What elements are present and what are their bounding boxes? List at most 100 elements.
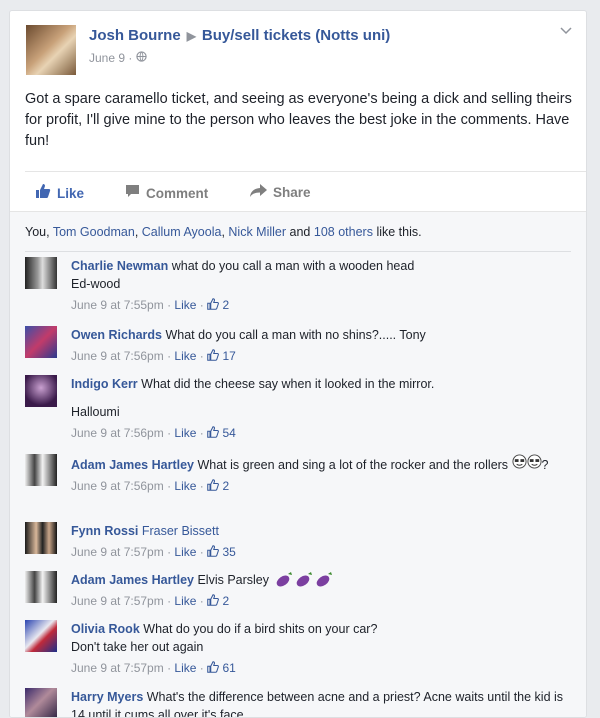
comment-time[interactable]: June 9 at 7:56pm <box>71 349 164 363</box>
comment-text: What do you call a man with no shins?...… <box>165 328 426 342</box>
comment-time[interactable]: June 9 at 7:57pm <box>71 594 164 608</box>
meta-dot: · <box>199 298 204 312</box>
commenter-avatar[interactable] <box>25 522 57 554</box>
commenter-avatar[interactable] <box>25 571 57 603</box>
comment-label: Comment <box>146 186 209 201</box>
liker-name[interactable]: Nick Miller <box>228 225 286 239</box>
divider <box>25 251 571 252</box>
comment-like-button[interactable]: Like <box>174 426 196 440</box>
eggplant-icon <box>275 571 293 587</box>
comment-text: Elvis Parsley <box>197 573 270 587</box>
author-avatar[interactable] <box>26 25 76 75</box>
meta-dot: · <box>167 594 172 608</box>
thumbs-up-icon <box>207 297 220 310</box>
comment-text: What is green and sing a lot of the rock… <box>197 458 509 472</box>
post-date[interactable]: June 9 <box>89 51 125 65</box>
comment-text-line2: Ed-wood <box>71 277 121 291</box>
liker-name[interactable]: Callum Ayoola <box>142 225 222 239</box>
commenter-name[interactable]: Olivia Rook <box>71 622 140 636</box>
comment-body: Adam James Hartley What is green and sin… <box>71 454 571 495</box>
right-arrow-icon: ▶ <box>186 29 196 43</box>
comment-meta: June 9 at 7:57pm · Like · 61 <box>71 659 571 677</box>
comment-like-count[interactable]: 61 <box>222 661 235 675</box>
like-button[interactable]: Like <box>35 184 84 201</box>
commenter-name[interactable]: Owen Richards <box>71 328 162 342</box>
sunglasses-emoji-icon <box>512 454 527 472</box>
comment-icon <box>125 184 140 201</box>
likes-others-link[interactable]: 108 others <box>314 225 373 239</box>
meta-dot: · <box>199 594 204 608</box>
commenter-name[interactable]: Harry Myers <box>71 690 143 704</box>
thumbs-up-icon <box>207 660 220 673</box>
commenter-avatar[interactable] <box>25 454 57 486</box>
comment-time[interactable]: June 9 at 7:55pm <box>71 298 164 312</box>
eggplant-icon <box>295 571 313 587</box>
comment-like-count[interactable]: 54 <box>222 426 235 440</box>
thumbs-up-icon <box>207 593 220 606</box>
comments-list: Charlie Newman what do you call a man wi… <box>10 251 586 717</box>
eggplant-icon <box>315 571 333 587</box>
meta-dot: · <box>167 426 172 440</box>
comment-meta: June 9 at 7:56pm · Like · 2 <box>71 477 571 495</box>
comment-like-button[interactable]: Like <box>174 349 196 363</box>
comment-meta: June 9 at 7:56pm · Like · 17 <box>71 347 571 365</box>
commenter-avatar[interactable] <box>25 688 57 717</box>
meta-dot: · <box>167 349 172 363</box>
comment-like-button[interactable]: Like <box>174 545 196 559</box>
tagged-friend-link[interactable]: Fraser Bissett <box>142 524 219 538</box>
share-button[interactable]: Share <box>250 184 311 200</box>
likes-you: You, <box>25 225 50 239</box>
commenter-name[interactable]: Charlie Newman <box>71 259 168 273</box>
comment-time[interactable]: June 9 at 7:57pm <box>71 545 164 559</box>
commenter-avatar[interactable] <box>25 326 57 358</box>
chevron-down-icon[interactable] <box>560 23 572 38</box>
comment-body: Owen Richards What do you call a man wit… <box>71 326 571 365</box>
comment-time[interactable]: June 9 at 7:56pm <box>71 479 164 493</box>
share-icon <box>250 184 267 200</box>
liker-name[interactable]: Tom Goodman <box>53 225 135 239</box>
likes-summary: You, Tom Goodman, Callum Ayoola, Nick Mi… <box>10 211 586 252</box>
comment-text-line2: Halloumi <box>71 405 120 419</box>
comment-body: Charlie Newman what do you call a man wi… <box>71 257 571 314</box>
comment-meta: June 9 at 7:57pm · Like · 2 <box>71 592 571 610</box>
post-text: Got a spare caramello ticket, and seeing… <box>25 91 572 149</box>
comment-time[interactable]: June 9 at 7:56pm <box>71 426 164 440</box>
commenter-name[interactable]: Indigo Kerr <box>71 377 138 391</box>
like-label: Like <box>57 186 85 201</box>
meta-dot: · <box>128 51 133 65</box>
commenter-avatar[interactable] <box>25 257 57 289</box>
thumbs-up-icon <box>207 425 220 438</box>
comment-like-count[interactable]: 2 <box>222 594 229 608</box>
comment-body: Harry Myers What's the difference betwee… <box>71 688 571 718</box>
commenter-name[interactable]: Fynn Rossi <box>71 524 138 538</box>
likes-suffix: like this. <box>376 225 422 239</box>
likes-text: You, Tom Goodman, Callum Ayoola, Nick Mi… <box>25 225 422 239</box>
comment-body: Adam James Hartley Elvis Parsley June 9 … <box>71 571 571 610</box>
meta-dot: · <box>199 426 204 440</box>
post-header: Josh Bourne ▶ Buy/sell tickets (Notts uni)… <box>10 11 586 75</box>
comment-like-count[interactable]: 35 <box>222 545 235 559</box>
comment-like-count[interactable]: 17 <box>222 349 235 363</box>
comment-like-button[interactable]: Like <box>174 661 196 675</box>
thumbs-up-icon <box>207 544 220 557</box>
group-name[interactable]: Buy/sell tickets (Notts uni) <box>202 27 390 44</box>
comment-meta: June 9 at 7:56pm · Like · 54 <box>71 424 571 442</box>
comment-time[interactable]: June 9 at 7:57pm <box>71 661 164 675</box>
author-name[interactable]: Josh Bourne <box>89 27 181 44</box>
comment-body: Indigo Kerr What did the cheese say when… <box>71 375 571 442</box>
commenter-avatar[interactable] <box>25 375 57 407</box>
comment-like-button[interactable]: Like <box>174 594 196 608</box>
comment-like-button[interactable]: Like <box>174 479 196 493</box>
comment-like-count[interactable]: 2 <box>222 298 229 312</box>
comment-body: Olivia Rook What do you do if a bird shi… <box>71 620 571 677</box>
comment-like-count[interactable]: 2 <box>222 479 229 493</box>
comment-like-button[interactable]: Like <box>174 298 196 312</box>
commenter-avatar[interactable] <box>25 620 57 652</box>
commenter-name[interactable]: Adam James Hartley <box>71 573 194 587</box>
meta-dot: · <box>199 479 204 493</box>
likes-and: and <box>289 225 311 239</box>
commenter-name[interactable]: Adam James Hartley <box>71 458 194 472</box>
comment-text: What's the difference between acne and a… <box>71 690 564 718</box>
thumbs-up-icon <box>35 184 51 201</box>
comment-button[interactable]: Comment <box>125 184 208 201</box>
